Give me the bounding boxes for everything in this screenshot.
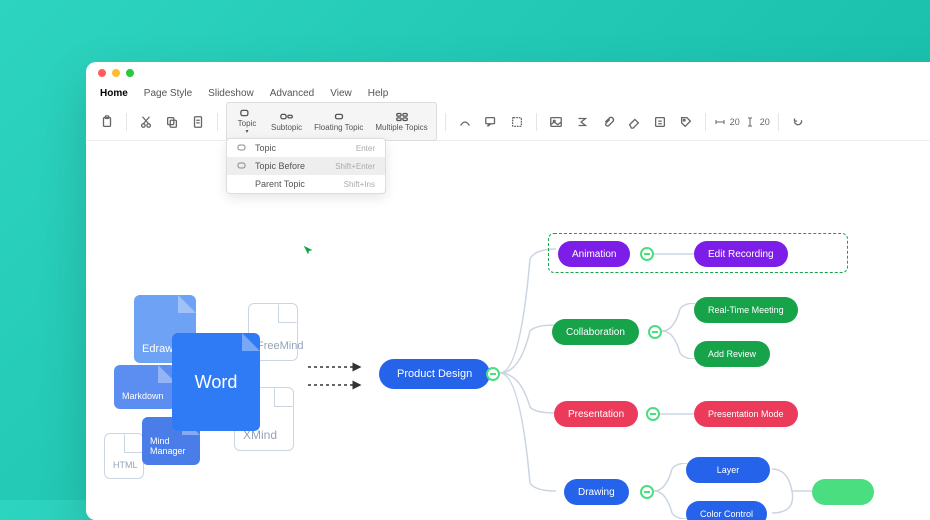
copy-button[interactable] — [161, 111, 183, 133]
import-arrow-1 — [308, 361, 368, 373]
paste-button[interactable] — [187, 111, 209, 133]
node-edit-recording[interactable]: Edit Recording — [694, 241, 788, 267]
canvas[interactable]: FreeMind XMind HTML EdrawM Markdown Mind… — [86, 141, 930, 520]
collapse-collab[interactable] — [648, 325, 662, 339]
node-root[interactable]: Product Design — [379, 359, 490, 389]
menu-help[interactable]: Help — [368, 88, 389, 99]
app-window: Home Page Style Slideshow Advanced View … — [86, 62, 930, 520]
toolbar: Topic▾ Subtopic Floating Topic Multiple … — [86, 103, 930, 141]
node-drawing[interactable]: Drawing — [564, 479, 629, 505]
collapse-presentation[interactable] — [646, 407, 660, 421]
collapse-root[interactable] — [486, 367, 500, 381]
menu-advanced[interactable]: Advanced — [270, 88, 314, 99]
clipboard-button[interactable] — [96, 111, 118, 133]
boundary-button[interactable] — [506, 111, 528, 133]
node-presentation-mode[interactable]: Presentation Mode — [694, 401, 798, 427]
node-color-control[interactable]: Color Control — [686, 501, 767, 520]
node-collaboration[interactable]: Collaboration — [552, 319, 639, 345]
node-animation[interactable]: Animation — [558, 241, 630, 267]
floating-topic-button[interactable]: Floating Topic — [308, 105, 369, 137]
attachment-button[interactable] — [597, 111, 619, 133]
menu-home[interactable]: Home — [100, 88, 128, 99]
dropdown-topic-before[interactable]: Topic BeforeShift+Enter — [227, 157, 385, 175]
connector — [500, 241, 556, 501]
menu-view[interactable]: View — [330, 88, 352, 99]
v-spacing-control[interactable]: 20 — [744, 116, 770, 128]
tag-button[interactable] — [675, 111, 697, 133]
connector — [654, 463, 688, 519]
node-realtime-meeting[interactable]: Real-Time Meeting — [694, 297, 798, 323]
dropdown-topic[interactable]: TopicEnter — [227, 139, 385, 157]
image-button[interactable] — [545, 111, 567, 133]
node-add-review[interactable]: Add Review — [694, 341, 770, 367]
file-word[interactable]: Word — [172, 333, 260, 431]
menu-page-style[interactable]: Page Style — [144, 88, 192, 99]
connector — [660, 407, 696, 421]
connector — [662, 303, 696, 359]
node-presentation[interactable]: Presentation — [554, 401, 638, 427]
minimize-window-button[interactable] — [112, 69, 120, 77]
node-summary[interactable] — [812, 479, 874, 505]
connector — [654, 247, 694, 261]
maximize-window-button[interactable] — [126, 69, 134, 77]
topic-dropdown-menu: TopicEnter Topic BeforeShift+Enter Paren… — [226, 138, 386, 194]
cursor-icon — [302, 244, 316, 263]
import-arrow-2 — [308, 379, 368, 391]
node-layer[interactable]: Layer — [686, 457, 770, 483]
window-titlebar — [86, 62, 930, 84]
collapse-drawing[interactable] — [640, 485, 654, 499]
file-html[interactable]: HTML — [104, 433, 144, 479]
callout-button[interactable] — [480, 111, 502, 133]
menubar: Home Page Style Slideshow Advanced View … — [86, 84, 930, 103]
note-button[interactable] — [649, 111, 671, 133]
collapse-animation[interactable] — [640, 247, 654, 261]
refresh-button[interactable] — [787, 111, 809, 133]
formula-button[interactable] — [571, 111, 593, 133]
h-spacing-control[interactable]: 20 — [714, 116, 740, 128]
subtopic-button[interactable]: Subtopic — [265, 105, 308, 137]
eraser-button[interactable] — [623, 111, 645, 133]
topic-button[interactable]: Topic▾ — [229, 105, 265, 137]
connector — [772, 463, 812, 519]
close-window-button[interactable] — [98, 69, 106, 77]
cut-button[interactable] — [135, 111, 157, 133]
topic-button-group: Topic▾ Subtopic Floating Topic Multiple … — [226, 102, 437, 140]
dropdown-parent-topic[interactable]: Parent TopicShift+Ins — [227, 175, 385, 193]
file-markdown[interactable]: Markdown — [114, 365, 176, 409]
multiple-topics-button[interactable]: Multiple Topics — [369, 105, 433, 137]
menu-slideshow[interactable]: Slideshow — [208, 88, 254, 99]
relation-button[interactable] — [454, 111, 476, 133]
